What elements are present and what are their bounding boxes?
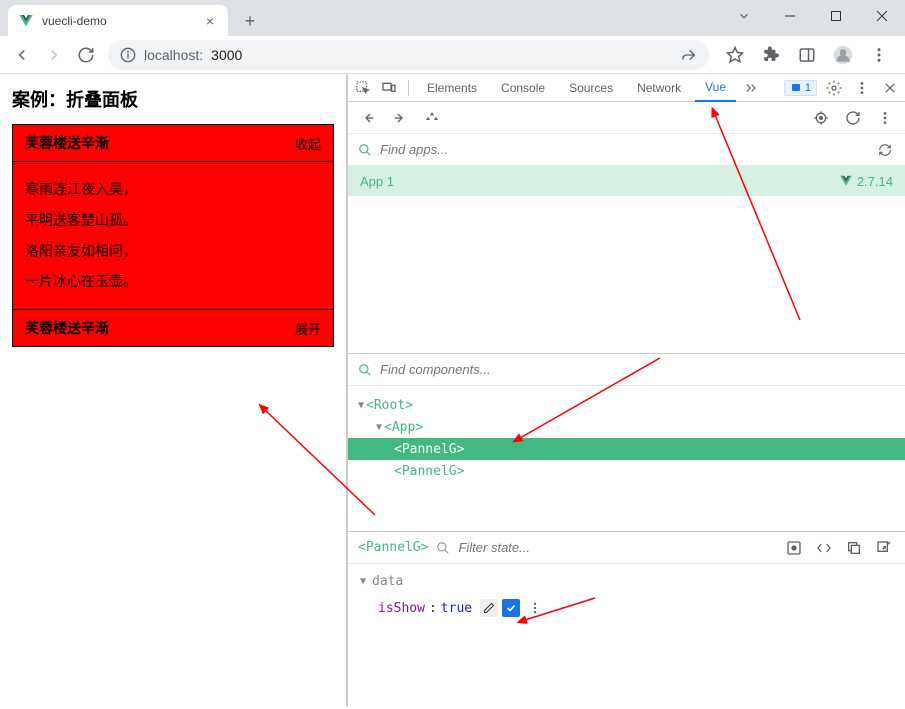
state-header: <PannelG>: [348, 532, 905, 564]
target-icon[interactable]: [809, 106, 833, 130]
tab-vue[interactable]: Vue: [695, 74, 736, 102]
panel-toggle[interactable]: 展开: [295, 319, 321, 338]
vue-logo-icon: [839, 174, 853, 188]
devtools-menu-icon[interactable]: [851, 77, 873, 99]
poem-line: 寒雨连江夜入吴，: [25, 174, 321, 205]
vue-favicon: [18, 13, 34, 29]
refresh-icon[interactable]: [841, 106, 865, 130]
panel-title: 芙蓉楼送辛渐: [25, 133, 109, 153]
devtools-panel: Elements Console Sources Network Vue 1: [346, 74, 905, 707]
profile-button[interactable]: [829, 41, 857, 69]
panel-toggle[interactable]: 收起: [295, 134, 321, 153]
app-name: App 1: [360, 174, 394, 189]
find-apps-bar: [348, 134, 905, 166]
scroll-to-component-icon[interactable]: [783, 537, 805, 559]
tab-title: vuecli-demo: [42, 14, 194, 28]
state-data-section: ▼ data isShow: true: [348, 564, 905, 627]
search-icon: [436, 541, 450, 555]
data-section-header[interactable]: ▼ data: [360, 574, 893, 589]
close-devtools-icon[interactable]: [879, 77, 901, 99]
forward-button[interactable]: [40, 41, 68, 69]
minimize-button[interactable]: [767, 0, 813, 32]
panel-title: 芙蓉楼送辛渐: [25, 318, 109, 338]
device-toolbar-icon[interactable]: [378, 77, 400, 99]
poem-line: 一片冰心在玉壶。: [25, 266, 321, 297]
page-title: 案例：折叠面板: [12, 86, 334, 112]
browser-tab[interactable]: vuecli-demo ×: [8, 5, 228, 37]
reload-button[interactable]: [72, 41, 100, 69]
tab-console[interactable]: Console: [491, 74, 555, 102]
state-property-row[interactable]: isShow: true: [360, 599, 893, 617]
omnibox[interactable]: localhost: 3000: [108, 40, 709, 70]
search-icon: [358, 143, 372, 157]
tab-network[interactable]: Network: [627, 74, 691, 102]
new-tab-button[interactable]: +: [236, 7, 264, 35]
inspect-dom-icon[interactable]: [813, 537, 835, 559]
vue-version: 2.7.14: [857, 174, 893, 189]
edit-icon[interactable]: [480, 599, 498, 617]
panel-header-2[interactable]: 芙蓉楼送辛渐 展开: [13, 309, 333, 346]
copy-icon[interactable]: [843, 537, 865, 559]
filter-state-input[interactable]: [458, 540, 775, 555]
site-info-icon[interactable]: [120, 47, 136, 63]
search-icon: [358, 363, 372, 377]
url-host: localhost:: [144, 47, 203, 63]
find-apps-input[interactable]: [380, 142, 867, 157]
inspect-element-icon[interactable]: [352, 77, 374, 99]
menu-button[interactable]: [865, 41, 893, 69]
issues-count: 1: [805, 82, 811, 94]
poem-line: 平明送客楚山孤。: [25, 205, 321, 236]
app-row[interactable]: App 1 2.7.14: [348, 166, 905, 196]
address-bar: localhost: 3000: [0, 36, 905, 74]
components-icon[interactable]: [420, 106, 444, 130]
side-panel-button[interactable]: [793, 41, 821, 69]
maximize-button[interactable]: [813, 0, 859, 32]
close-tab-button[interactable]: ×: [202, 13, 218, 29]
tree-node-panel-selected[interactable]: <PannelG>: [348, 438, 905, 460]
accordion-panel-1: 芙蓉楼送辛渐 收起 寒雨连江夜入吴， 平明送客楚山孤。 洛阳亲友如相问， 一片冰…: [12, 124, 334, 347]
tab-sources[interactable]: Sources: [559, 74, 623, 102]
back-button[interactable]: [8, 41, 36, 69]
open-in-editor-icon[interactable]: [873, 537, 895, 559]
vue-menu-icon[interactable]: [873, 106, 897, 130]
devtools-tabbar: Elements Console Sources Network Vue 1: [348, 74, 905, 102]
extensions-button[interactable]: [757, 41, 785, 69]
find-components-bar: [348, 354, 905, 386]
panel-header-1[interactable]: 芙蓉楼送辛渐 收起: [13, 125, 333, 162]
tree-node-panel[interactable]: <PannelG>: [348, 460, 905, 482]
more-tabs-icon[interactable]: [740, 77, 762, 99]
vue-back-button[interactable]: [356, 106, 380, 130]
find-components-input[interactable]: [380, 362, 895, 377]
close-window-button[interactable]: [859, 0, 905, 32]
bookmark-button[interactable]: [721, 41, 749, 69]
share-icon[interactable]: [681, 47, 697, 63]
window-dropdown[interactable]: [721, 0, 767, 32]
tab-elements[interactable]: Elements: [417, 74, 487, 102]
more-icon[interactable]: [524, 601, 546, 615]
url-port: 3000: [211, 47, 242, 63]
vue-forward-button[interactable]: [388, 106, 412, 130]
selected-component-name: <PannelG>: [358, 540, 428, 555]
tree-node-root[interactable]: ▼ <Root>: [348, 394, 905, 416]
settings-icon[interactable]: [823, 77, 845, 99]
state-key: isShow: [378, 601, 425, 616]
state-value: true: [441, 601, 472, 616]
poem-line: 洛阳亲友如相问，: [25, 236, 321, 267]
refresh-apps-icon[interactable]: [875, 140, 895, 160]
page-content: 案例：折叠面板 芙蓉楼送辛渐 收起 寒雨连江夜入吴， 平明送客楚山孤。 洛阳亲友…: [0, 74, 346, 707]
issues-badge[interactable]: 1: [784, 80, 817, 96]
panel-body: 寒雨连江夜入吴， 平明送客楚山孤。 洛阳亲友如相问， 一片冰心在玉壶。: [13, 162, 333, 309]
component-tree: ▼ <Root> ▼ <App> <PannelG> <PannelG>: [348, 386, 905, 490]
vue-toolbar: [348, 102, 905, 134]
tree-node-app[interactable]: ▼ <App>: [348, 416, 905, 438]
checkbox-icon[interactable]: [502, 599, 520, 617]
